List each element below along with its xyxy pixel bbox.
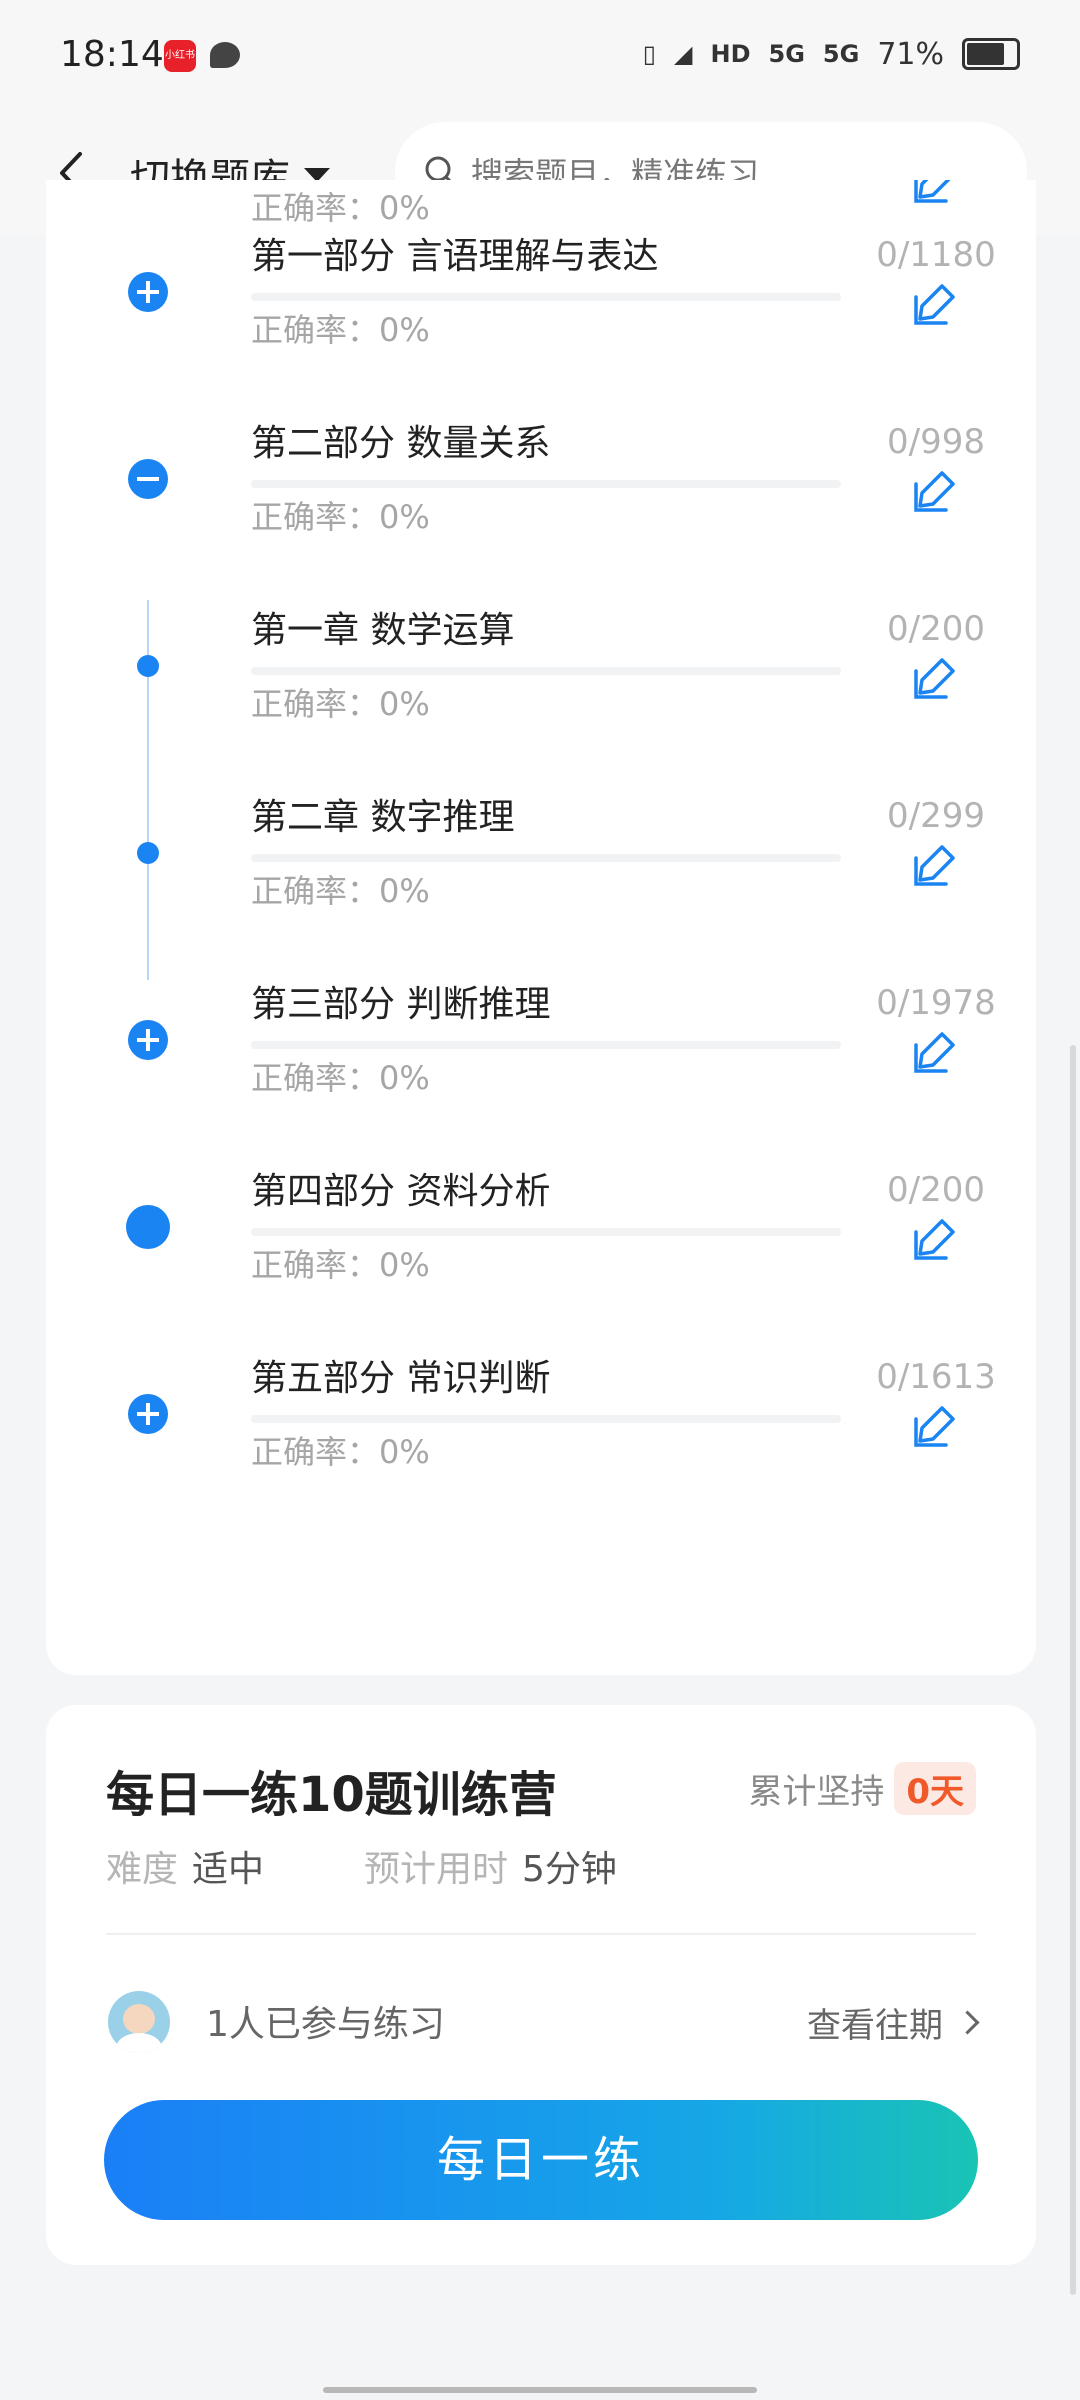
scrollbar[interactable] [1070, 1045, 1076, 2295]
expand-plus-icon[interactable] [128, 1394, 168, 1434]
difficulty-info: 难度 适中 [106, 1840, 264, 1892]
time-value: 5分钟 [522, 1849, 617, 1890]
progress-bar [251, 1228, 841, 1236]
chapter-title: 第五部分 常识判断 [251, 1358, 551, 1399]
edit-icon[interactable] [912, 842, 958, 888]
wifi-icon: ◢ [674, 40, 693, 68]
question-count: 0/1613 [876, 1357, 996, 1397]
accuracy-text: 正确率：0% [251, 1059, 430, 1097]
chapter-row[interactable]: 第二章 数字推理 正确率：0% 0/299 [46, 776, 1036, 963]
avatar [108, 1991, 170, 2053]
persist-days-badge: 0天 [894, 1762, 976, 1815]
signal-5g-icon-1: 5G [768, 40, 805, 68]
chapter-title: 第二章 数字推理 [251, 797, 515, 838]
persist-label: 累计坚持 [748, 1772, 885, 1812]
status-indicators: ▯ ◢ HD 5G 5G 71% [643, 34, 1020, 74]
progress-bar [251, 1415, 841, 1423]
accuracy-text: 正确率：0% [251, 1433, 430, 1471]
chapter-title: 第一部分 言语理解与表达 [251, 236, 659, 277]
accuracy-text: 正确率：0% [251, 872, 430, 910]
collapse-minus-icon[interactable] [128, 459, 168, 499]
chapter-row[interactable]: 第三部分 判断推理 正确率：0% 0/1978 [46, 963, 1036, 1150]
battery-icon [962, 38, 1020, 70]
chapter-row[interactable]: 第一章 数学运算 正确率：0% 0/200 [46, 589, 1036, 776]
edit-icon[interactable] [912, 281, 958, 327]
question-count: 0/200 [887, 609, 985, 649]
edit-icon[interactable] [912, 180, 958, 205]
accuracy-text: 正确率：0% [251, 685, 430, 723]
chapter-title: 第一章 数学运算 [251, 610, 515, 651]
question-count: 0/1978 [876, 983, 996, 1023]
time-info: 预计用时 5分钟 [364, 1840, 617, 1892]
accuracy-text: 正确率：0% [251, 498, 430, 536]
chapter-row[interactable]: 第一部分 言语理解与表达 正确率：0% 0/1180 [46, 215, 1036, 402]
participants-text: 1人已参与练习 [206, 2004, 445, 2045]
time-label: 预计用时 [364, 1849, 509, 1890]
chapter-title: 第二部分 数量关系 [251, 423, 551, 464]
progress-bar [251, 1041, 841, 1049]
battery-level [967, 43, 1004, 65]
edit-icon[interactable] [912, 655, 958, 701]
leaf-dot-icon [137, 655, 159, 677]
question-count: 0/299 [887, 796, 985, 836]
daily-camp-card: 每日一练10题训练营 累计坚持 0天 难度 适中 预计用时 5分钟 1人已参与练习 … [46, 1705, 1036, 2265]
chevron-right-icon [955, 2010, 980, 2035]
expand-plus-icon[interactable] [128, 272, 168, 312]
camp-title: 每日一练10题训练营 [106, 1767, 557, 1823]
question-count: 0/998 [887, 422, 985, 462]
chapter-title: 第三部分 判断推理 [251, 984, 551, 1025]
vibrate-icon: ▯ [642, 40, 657, 68]
divider [106, 1933, 976, 1935]
section-dot-icon [126, 1205, 170, 1249]
view-history-label: 查看往期 [807, 2006, 943, 2046]
view-history-link[interactable]: 查看往期 [807, 1998, 980, 2047]
edit-icon[interactable] [912, 1029, 958, 1075]
progress-bar [251, 854, 841, 862]
difficulty-value: 适中 [192, 1849, 265, 1890]
chapter-row[interactable]: 第四部分 资料分析 正确率：0% 0/200 [46, 1150, 1036, 1337]
accuracy-text: 正确率：0% [251, 311, 430, 349]
progress-bar [251, 293, 841, 301]
chapter-title: 第四部分 资料分析 [251, 1171, 551, 1212]
daily-practice-button[interactable]: 每日一练 [104, 2100, 978, 2220]
question-count: 0/200 [887, 1170, 985, 1210]
status-time: 18:14 [60, 34, 164, 75]
battery-percent: 71% [877, 36, 944, 72]
accuracy-text: 正确率：0% [251, 1246, 430, 1284]
difficulty-label: 难度 [106, 1849, 179, 1890]
expand-plus-icon[interactable] [128, 1020, 168, 1060]
home-indicator[interactable] [323, 2387, 757, 2393]
message-notification-icon [210, 42, 240, 68]
app-notification-icon: 小红书 [164, 40, 196, 72]
chapter-list-card: 正确率：0% 第一部分 言语理解与表达 正确率：0% 0/1180 第二部分 数… [46, 180, 1036, 1675]
progress-bar [251, 667, 841, 675]
signal-5g-icon-2: 5G [822, 40, 860, 68]
progress-bar [251, 480, 841, 488]
edit-icon[interactable] [912, 468, 958, 514]
leaf-dot-icon [137, 842, 159, 864]
edit-icon[interactable] [912, 1216, 958, 1262]
chapter-row[interactable]: 第五部分 常识判断 正确率：0% 0/1613 [46, 1337, 1036, 1524]
hd-network-icon: HD [710, 40, 751, 68]
chapter-row[interactable]: 第二部分 数量关系 正确率：0% 0/998 [46, 402, 1036, 589]
question-count: 0/1180 [876, 235, 996, 275]
persist-indicator: 累计坚持 0天 [748, 1762, 976, 1815]
edit-icon[interactable] [912, 1403, 958, 1449]
status-bar: 18:14 小红书 ▯ ◢ HD 5G 5G 71% [0, 0, 1080, 110]
